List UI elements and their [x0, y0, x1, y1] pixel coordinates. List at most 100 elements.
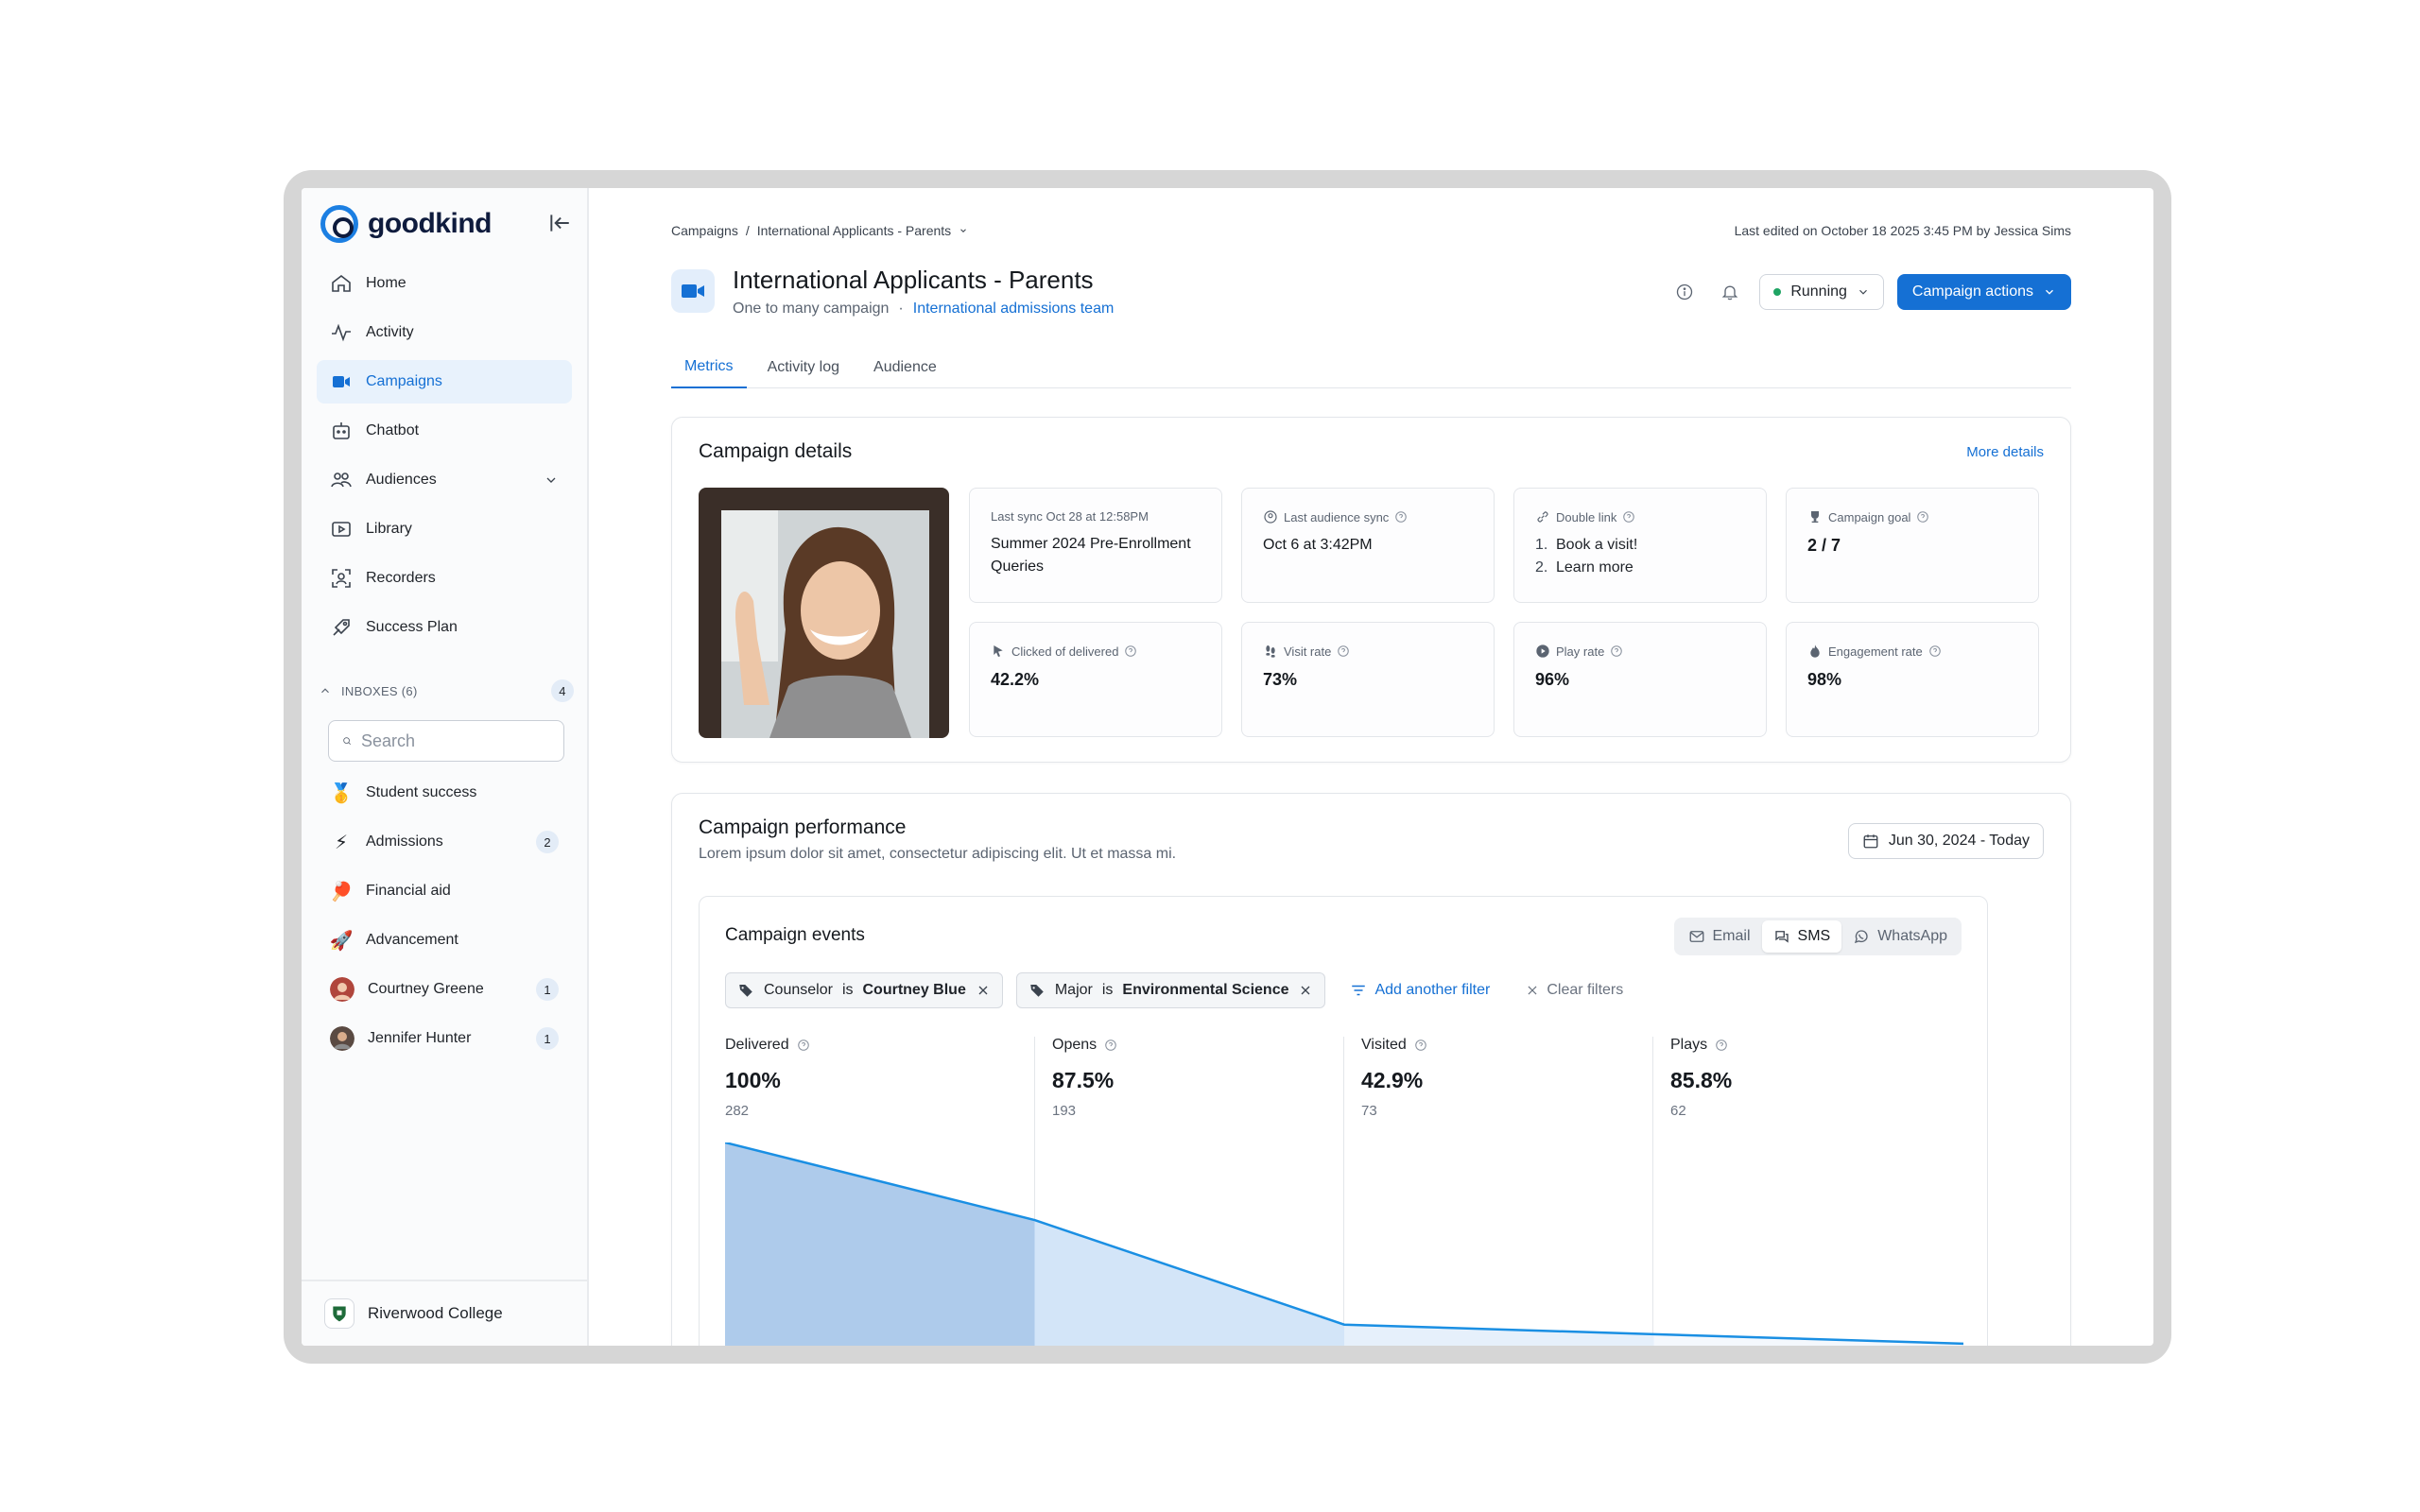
- metric-label-row: Visited: [1361, 1037, 1652, 1054]
- metric-label: Delivered: [725, 1037, 789, 1053]
- nav-item-audiences[interactable]: Audiences: [317, 458, 572, 502]
- inboxes-title: INBOXES (6): [341, 683, 418, 698]
- inboxes-header[interactable]: INBOXES (6) 4: [319, 677, 574, 705]
- tab-activity-log[interactable]: Activity log: [754, 347, 853, 388]
- tile-label-row: Double link: [1535, 509, 1745, 524]
- brand-logo[interactable]: goodkind: [320, 205, 492, 243]
- help-icon[interactable]: [1104, 1039, 1117, 1052]
- more-details-link[interactable]: More details: [1966, 444, 2044, 460]
- inbox-count-badge: 1: [536, 1027, 559, 1050]
- activity-icon: [332, 323, 351, 342]
- help-icon[interactable]: [1414, 1039, 1427, 1052]
- campaign-actions-button[interactable]: Campaign actions: [1896, 274, 2071, 310]
- campaigns-icon: [333, 376, 350, 387]
- nav-label: Audiences: [366, 472, 437, 488]
- inbox-item-courtney-greene[interactable]: Courtney Greene 1: [317, 968, 572, 1011]
- channel-sms[interactable]: SMS: [1761, 920, 1842, 953]
- nav-item-home[interactable]: Home: [317, 262, 572, 305]
- nav-label: Chatbot: [366, 422, 420, 438]
- add-filter-button[interactable]: Add another filter: [1339, 972, 1501, 1008]
- close-icon[interactable]: [1298, 983, 1313, 998]
- breadcrumb-root[interactable]: Campaigns: [671, 223, 738, 238]
- help-icon[interactable]: [1715, 1039, 1728, 1052]
- tile-label-row: Campaign goal: [1807, 509, 2017, 524]
- inbox-search[interactable]: [328, 720, 564, 762]
- calendar-icon: [1863, 834, 1878, 849]
- filter-op: is: [841, 982, 854, 998]
- play-circle-icon: [1536, 644, 1549, 658]
- inbox-item-financial-aid[interactable]: 🏓 Financial aid: [317, 869, 572, 913]
- breadcrumb-separator: /: [745, 223, 750, 238]
- nav-item-chatbot[interactable]: Chatbot: [317, 409, 572, 453]
- campaign-video-thumbnail[interactable]: [699, 488, 949, 738]
- tile-label: Clicked of delivered: [1011, 644, 1119, 659]
- chevron-down-icon[interactable]: [544, 472, 559, 488]
- tab-metrics[interactable]: Metrics: [671, 347, 747, 388]
- collapse-sidebar-icon[interactable]: [547, 211, 572, 235]
- nav-label: Success Plan: [366, 619, 458, 635]
- inbox-item-advancement[interactable]: 🚀 Advancement: [317, 919, 572, 962]
- tile-label: Campaign goal: [1828, 509, 1911, 524]
- avatar: [330, 1026, 354, 1051]
- engagement-rate-tile: Engagement rate 98%: [1786, 622, 2039, 737]
- org-crest-icon: [324, 1298, 354, 1329]
- funnel-area-chart: [725, 1143, 1963, 1346]
- tab-audience[interactable]: Audience: [860, 347, 950, 388]
- cursor-click-icon: [994, 645, 1003, 657]
- org-switcher[interactable]: Riverwood College: [302, 1280, 587, 1346]
- tile-label-row: Clicked of delivered: [991, 644, 1201, 659]
- metric-value: 85.8%: [1670, 1068, 1733, 1092]
- metric-count: 62: [1670, 1103, 1686, 1119]
- campaign-performance-card: Campaign performance Lorem ipsum dolor s…: [671, 793, 2071, 1346]
- tile-label: Visit rate: [1284, 644, 1332, 659]
- nav-item-recorders[interactable]: Recorders: [317, 557, 572, 600]
- help-icon[interactable]: [797, 1039, 810, 1052]
- help-icon[interactable]: [1337, 644, 1350, 658]
- status-dropdown[interactable]: Running: [1759, 274, 1884, 310]
- device-frame: goodkind Home Activity Campaigns Chatbot: [284, 170, 2171, 1364]
- chevron-down-icon[interactable]: [959, 226, 968, 235]
- metric-label-row: Opens: [1052, 1037, 1343, 1054]
- nav-item-activity[interactable]: Activity: [317, 311, 572, 354]
- nav-item-library[interactable]: Library: [317, 507, 572, 551]
- inbox-item-student-success[interactable]: 🥇 Student success: [317, 771, 572, 815]
- filter-op: is: [1101, 982, 1114, 998]
- date-range-picker[interactable]: Jun 30, 2024 - Today: [1847, 823, 2044, 859]
- help-icon[interactable]: [1394, 510, 1408, 524]
- channel-email[interactable]: Email: [1677, 920, 1762, 953]
- channel-whatsapp[interactable]: WhatsApp: [1841, 920, 1959, 953]
- link-icon: [1537, 511, 1548, 523]
- help-icon[interactable]: [1916, 510, 1929, 524]
- help-icon[interactable]: [1124, 644, 1137, 658]
- close-icon: [1528, 986, 1537, 995]
- nav-item-success-plan[interactable]: Success Plan: [317, 606, 572, 649]
- search-input[interactable]: [361, 730, 550, 751]
- double-link-tile: Double link 1. Book a visit! 2. Learn more: [1513, 488, 1767, 603]
- help-icon[interactable]: [1928, 644, 1942, 658]
- metric-label: Visited: [1361, 1037, 1407, 1053]
- notifications-button[interactable]: [1714, 276, 1746, 308]
- status-label: Running: [1790, 284, 1847, 300]
- metric-count: 73: [1361, 1103, 1377, 1119]
- breadcrumb-current[interactable]: International Applicants - Parents: [757, 223, 951, 238]
- tile-value: Summer 2024 Pre-Enrollment Queries: [991, 536, 1191, 575]
- filter-chip-counselor[interactable]: Counselor is Courtney Blue: [725, 972, 1003, 1008]
- page-title: International Applicants - Parents: [733, 266, 1094, 294]
- recorders-icon: [332, 569, 351, 588]
- inbox-item-admissions[interactable]: ⚡ Admissions 2: [317, 820, 572, 864]
- help-icon[interactable]: [1610, 644, 1623, 658]
- tile-label: Engagement rate: [1828, 644, 1923, 659]
- campaign-details-card: Campaign details More details Last sync …: [671, 417, 2071, 763]
- inbox-item-jennifer-hunter[interactable]: Jennifer Hunter 1: [317, 1017, 572, 1060]
- info-button[interactable]: [1668, 276, 1701, 308]
- nav-item-campaigns[interactable]: Campaigns: [317, 360, 572, 404]
- clear-filters-button[interactable]: Clear filters: [1514, 972, 1634, 1008]
- help-icon[interactable]: [1622, 510, 1635, 524]
- filter-chip-major[interactable]: Major is Environmental Science: [1015, 972, 1326, 1008]
- list-item[interactable]: 2. Learn more: [1535, 557, 1745, 579]
- tag-icon: [1030, 985, 1044, 997]
- campaign-team-link[interactable]: International admissions team: [913, 301, 1115, 318]
- list-item[interactable]: 1. Book a visit!: [1535, 534, 1745, 557]
- close-icon[interactable]: [976, 983, 991, 998]
- trophy-icon: [1811, 511, 1819, 523]
